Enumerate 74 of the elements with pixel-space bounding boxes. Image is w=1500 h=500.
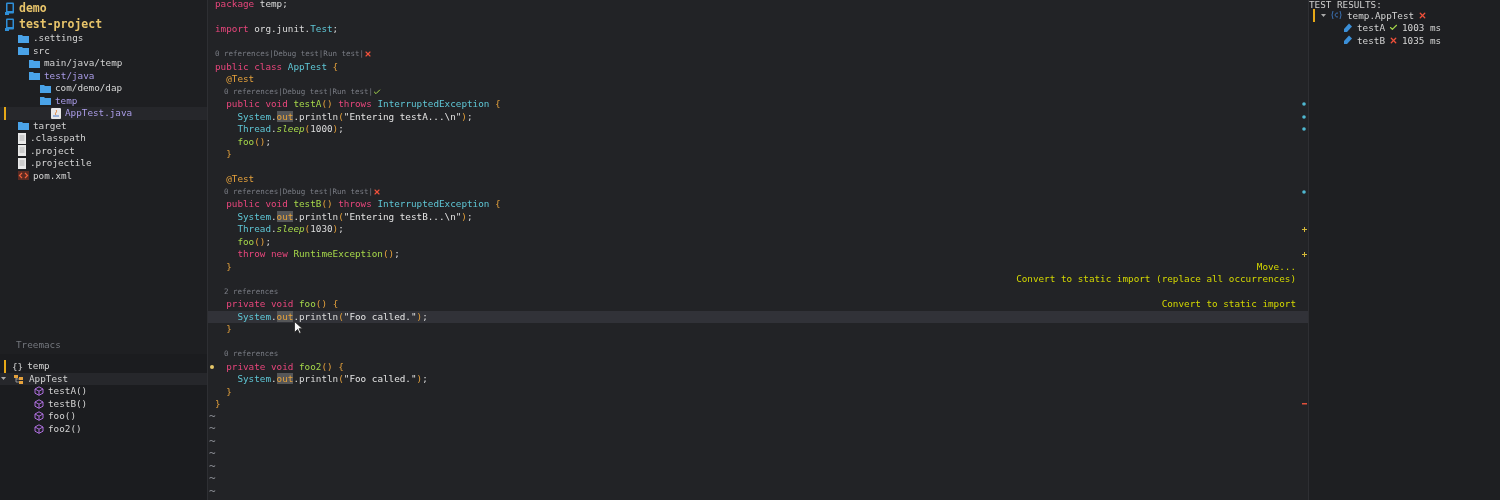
tree-item[interactable]: pom.xml: [0, 169, 207, 182]
empty-line-marker: ~: [208, 423, 217, 436]
caret-icon[interactable]: [1, 376, 6, 382]
code-line: package temp;: [215, 0, 288, 11]
tree-item[interactable]: .project: [0, 144, 207, 157]
code-line: System.out.println("Entering testB...\n");: [236, 210, 473, 223]
tree-item[interactable]: .projectile: [0, 157, 207, 170]
code-line: Thread.sleep(1030);: [236, 223, 344, 236]
tree-item[interactable]: AppTest.java: [0, 107, 207, 120]
code-line: private void foo() {: [225, 298, 339, 311]
code-line: public void testA() throws InterruptedException {: [225, 98, 501, 111]
code-action[interactable]: Convert to static import: [1161, 298, 1300, 311]
code-line: }: [225, 260, 232, 273]
java-file-icon: [51, 107, 61, 119]
code-line: public void testB() throws InterruptedException {: [225, 198, 501, 211]
folder-icon: [29, 71, 40, 81]
test-case-item[interactable]: testB 1035 ms: [1309, 34, 1500, 47]
tree-item[interactable]: test-project: [0, 16, 207, 32]
empty-line-marker: ~: [208, 460, 217, 473]
test-case-item[interactable]: testA 1003 ms: [1309, 21, 1500, 34]
code-line: System.out.println("Foo called.");: [236, 310, 428, 323]
caret-icon[interactable]: [1321, 12, 1326, 18]
code-line: @Test: [225, 73, 255, 86]
tree-item[interactable]: temp: [0, 94, 207, 107]
tree-item[interactable]: .settings: [0, 32, 207, 45]
tree-item[interactable]: test/java: [0, 69, 207, 82]
code-line: }: [225, 148, 232, 161]
cube-icon: [34, 411, 44, 422]
tree-item[interactable]: demo: [0, 0, 207, 16]
outline-item[interactable]: testA(): [0, 385, 207, 398]
outline-item[interactable]: AppTest: [0, 372, 207, 385]
folder-icon: [40, 83, 51, 93]
code-line: throw new RuntimeException();: [236, 248, 400, 261]
code-file-icon: [18, 171, 29, 181]
outline-item[interactable]: foo2(): [0, 422, 207, 435]
outline-item[interactable]: foo(): [0, 410, 207, 423]
code-line: System.out.println("Foo called.");: [236, 373, 428, 386]
code-line: }: [215, 398, 221, 411]
cube-icon: [34, 423, 44, 434]
tree-item[interactable]: target: [0, 119, 207, 132]
code-line: foo();: [236, 235, 271, 248]
empty-line-marker: ~: [208, 435, 217, 448]
outline-item[interactable]: {} temp: [0, 360, 207, 373]
test-suite-item[interactable]: temp.AppTest: [1309, 9, 1500, 22]
tree-item[interactable]: src: [0, 44, 207, 57]
tree-item[interactable]: .classpath: [0, 132, 207, 145]
folder-icon: [29, 58, 40, 68]
namespace-icon: {}: [12, 360, 24, 372]
code-line: System.out.println("Entering testA...\n");: [236, 110, 473, 123]
code-action[interactable]: Convert to static import (replace all occurrences): [1016, 273, 1300, 286]
tree-item[interactable]: main/java/temp: [0, 57, 207, 70]
outline-item[interactable]: testB(): [0, 397, 207, 410]
code-line: @Test: [225, 173, 255, 186]
cube-icon: [34, 386, 44, 397]
folder-icon: [18, 33, 29, 43]
empty-line-marker: ~: [208, 410, 217, 423]
class-icon: [1330, 10, 1343, 21]
code-action[interactable]: Move...: [1256, 260, 1300, 273]
cube-icon: [34, 398, 44, 409]
code-line: foo();: [236, 135, 271, 148]
code-line: }: [225, 323, 232, 336]
code-line: }: [225, 385, 232, 398]
code-line: import org.junit.Test;: [215, 23, 339, 36]
empty-line-marker: ~: [208, 448, 217, 461]
project-icon: [5, 17, 15, 31]
code-line: private void foo2() {: [225, 360, 344, 373]
class-icon: [14, 373, 25, 384]
panel-title: TEST RESULTS:: [1309, 0, 1383, 9]
empty-line-marker: ~: [208, 473, 217, 486]
tree-item[interactable]: com/demo/dap: [0, 82, 207, 95]
folder-icon: [18, 46, 29, 56]
code-line: Thread.sleep(1000);: [236, 123, 344, 136]
code-line: public class AppTest {: [215, 60, 339, 73]
empty-line-marker: ~: [208, 485, 217, 498]
